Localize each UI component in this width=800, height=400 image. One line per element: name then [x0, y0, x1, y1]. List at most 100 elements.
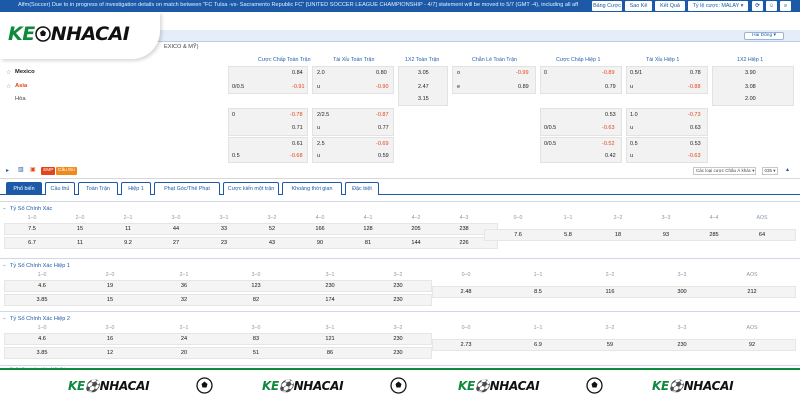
draw-score-odds[interactable]: 64: [732, 232, 792, 238]
home-score-odds[interactable]: 230: [300, 283, 360, 289]
menu-icon[interactable]: ≡: [780, 1, 791, 11]
draw-score-odds[interactable]: 116: [580, 289, 640, 295]
ou-odds[interactable]: 0.77: [378, 125, 389, 131]
h1-x12-odds[interactable]: 3.90: [745, 70, 756, 76]
draw-score-odds[interactable]: 2.73: [436, 342, 496, 348]
home-score-odds[interactable]: 238: [434, 226, 494, 232]
market-type-select[interactable]: Các loại cược Châu Á khác ▾: [693, 167, 756, 175]
away-score-odds[interactable]: 82: [226, 297, 286, 303]
h1-ou-odds[interactable]: 0.63: [690, 125, 701, 131]
draw-score-odds[interactable]: 59: [580, 342, 640, 348]
h1-ou-odds[interactable]: 0.53: [690, 141, 701, 147]
ou-odds[interactable]: 0.59: [378, 153, 389, 159]
results-button[interactable]: Kết Quả: [655, 1, 685, 11]
hc-odds[interactable]: -0.91: [292, 84, 305, 90]
oe-odds[interactable]: -0.99: [516, 70, 529, 76]
draw-score-odds[interactable]: 6.9: [508, 342, 568, 348]
hc-odds[interactable]: 0.61: [292, 141, 303, 147]
h1-ou-odds[interactable]: -0.73: [688, 112, 701, 118]
away-score-odds[interactable]: 20: [154, 350, 214, 356]
statement-button[interactable]: Sao Kê: [625, 1, 652, 11]
collapse-icon[interactable]: −: [3, 316, 6, 322]
hc-odds[interactable]: -0.78: [290, 112, 303, 118]
ou-odds[interactable]: -0.90: [376, 84, 389, 90]
x12-odds[interactable]: 3.05: [418, 70, 429, 76]
home-score-odds[interactable]: 121: [300, 336, 360, 342]
h1-x12-odds[interactable]: 2.00: [745, 96, 756, 102]
collapse-icon[interactable]: −: [3, 263, 6, 269]
expand-icon[interactable]: ▸: [6, 167, 9, 174]
home-score-odds[interactable]: 24: [154, 336, 214, 342]
tab-player[interactable]: Cầu thủ: [45, 182, 75, 195]
ou-odds[interactable]: -0.69: [376, 141, 389, 147]
h1-ou-odds[interactable]: -0.88: [688, 84, 701, 90]
away-score-odds[interactable]: 15: [80, 297, 140, 303]
draw-score-odds[interactable]: 230: [652, 342, 712, 348]
hc-odds[interactable]: 0.71: [292, 125, 303, 131]
h1-ou-odds[interactable]: 0.78: [690, 70, 701, 76]
announcement-ticker[interactable]: Alfm(Soccer) Due to in progress of inves…: [18, 2, 578, 8]
away-score-odds[interactable]: 86: [300, 350, 360, 356]
odds-type-select[interactable]: Tỷ lệ cược: MALAY ▾: [688, 1, 748, 11]
h1-hc-odds[interactable]: 0.79: [605, 84, 616, 90]
hc-odds[interactable]: -0.68: [290, 153, 303, 159]
home-score-odds[interactable]: 230: [368, 283, 428, 289]
h1-hc-odds[interactable]: -0.52: [602, 141, 615, 147]
player-badge[interactable]: Cầu thủ: [56, 167, 77, 175]
draw-score-odds[interactable]: 300: [652, 289, 712, 295]
hc-odds[interactable]: 0.84: [292, 70, 303, 76]
draw-score-odds[interactable]: 212: [722, 289, 782, 295]
tab-specials[interactable]: Đặc biệt: [345, 182, 379, 195]
h1-hc-odds[interactable]: 0.42: [605, 153, 616, 159]
favorite-star-icon[interactable]: ☆: [6, 83, 11, 90]
live-icon[interactable]: ▣: [30, 166, 36, 173]
tab-popular[interactable]: Phổ biến: [6, 182, 42, 195]
ou-odds[interactable]: 0.80: [376, 70, 387, 76]
away-score-odds[interactable]: 51: [226, 350, 286, 356]
away-score-odds[interactable]: 3.85: [12, 297, 72, 303]
draw-score-odds[interactable]: 92: [722, 342, 782, 348]
home-score-odds[interactable]: 19: [80, 283, 140, 289]
home-score-odds[interactable]: 83: [226, 336, 286, 342]
draw-score-odds[interactable]: 8.5: [508, 289, 568, 295]
home-score-odds[interactable]: 4.6: [12, 283, 72, 289]
collapse-icon[interactable]: ▴: [786, 166, 789, 173]
away-score-odds[interactable]: 230: [368, 297, 428, 303]
bet-list-button[interactable]: Bảng Cược: [592, 1, 622, 11]
home-score-odds[interactable]: 123: [226, 283, 286, 289]
tab-full-time[interactable]: Toàn Trận: [78, 182, 118, 195]
tab-corners-cards[interactable]: Phạt Góc/Thẻ Phạt: [154, 182, 220, 195]
sort-select[interactable]: Hai Dòng ▾: [744, 32, 784, 40]
stats-icon[interactable]: ▥: [18, 166, 24, 173]
h1-hc-odds[interactable]: 0.53: [605, 112, 616, 118]
tab-time-period[interactable]: Khoảng thời gian: [282, 182, 342, 195]
away-score-odds[interactable]: 32: [154, 297, 214, 303]
refresh-icon[interactable]: ⟳: [752, 1, 763, 11]
score-label: 1–0: [37, 325, 47, 331]
ou-odds[interactable]: -0.87: [376, 112, 389, 118]
h1-hc-odds[interactable]: -0.89: [602, 70, 615, 76]
h1-hc-odds[interactable]: -0.63: [602, 125, 615, 131]
x12-odds[interactable]: 3.15: [418, 96, 429, 102]
away-score-odds[interactable]: 3.85: [12, 350, 72, 356]
away-score-odds[interactable]: 12: [80, 350, 140, 356]
home-score-odds[interactable]: 16: [80, 336, 140, 342]
collapse-icon[interactable]: −: [3, 206, 6, 212]
user-icon[interactable]: ☺: [766, 1, 777, 11]
away-score-odds[interactable]: 230: [368, 350, 428, 356]
tab-first-half[interactable]: Hiệp 1: [121, 182, 151, 195]
smp-badge[interactable]: SMP: [41, 167, 56, 175]
away-score-odds[interactable]: 174: [300, 297, 360, 303]
x12-odds[interactable]: 2.47: [418, 84, 429, 90]
h1-ou-odds[interactable]: -0.63: [688, 153, 701, 159]
favorite-star-icon[interactable]: ☆: [6, 69, 11, 76]
market-count-select[interactable]: 035 ▾: [762, 167, 778, 175]
home-score-odds[interactable]: 4.6: [12, 336, 72, 342]
oe-odds[interactable]: 0.89: [518, 84, 529, 90]
home-score-odds[interactable]: 36: [154, 283, 214, 289]
home-score-odds[interactable]: 230: [368, 336, 428, 342]
draw-score-odds[interactable]: 2.48: [436, 289, 496, 295]
tab-match-events[interactable]: Cược kiến một trận: [223, 182, 279, 195]
h1-x12-odds[interactable]: 3.08: [745, 84, 756, 90]
away-score-odds[interactable]: 226: [434, 240, 494, 246]
